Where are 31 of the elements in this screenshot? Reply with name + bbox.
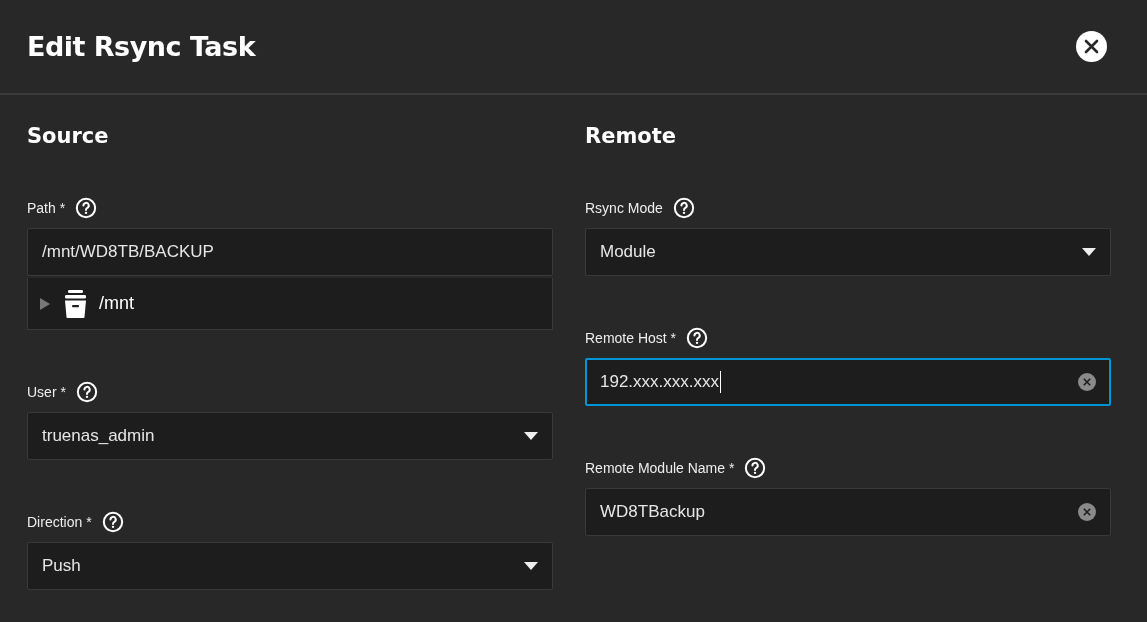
section-title: Remote (585, 123, 677, 150)
help-icon[interactable] (101, 511, 124, 533)
archive-icon (62, 289, 89, 318)
field-label: Path * (27, 200, 66, 216)
clear-icon[interactable] (1078, 503, 1096, 521)
help-icon[interactable] (75, 197, 98, 219)
field-label: User * (27, 384, 66, 400)
field-label: Remote Module Name * (585, 460, 735, 476)
input-field[interactable]: /mnt/WD8TB/BACKUP (27, 228, 553, 276)
close-button[interactable] (1076, 31, 1107, 62)
input-field[interactable]: 192.xxx.xxx.xxx (585, 358, 1111, 406)
dropdown-arrow-icon (1082, 248, 1096, 256)
select-field[interactable]: truenas_admin (27, 412, 553, 460)
help-icon[interactable] (672, 197, 695, 219)
help-icon[interactable] (686, 327, 709, 349)
dropdown-arrow-icon (524, 432, 538, 440)
tree-node[interactable]: /mnt (27, 278, 553, 330)
field-label: Remote Host * (585, 330, 677, 346)
help-icon[interactable] (744, 457, 767, 479)
select-field[interactable]: Module (585, 228, 1111, 276)
field-label: Direction * (27, 514, 92, 530)
input-field[interactable]: WD8TBackup (585, 488, 1111, 536)
dialog-title: Edit Rsync Task (27, 31, 256, 62)
close-icon[interactable] (1084, 39, 1099, 54)
clear-icon[interactable] (1078, 373, 1096, 391)
section-title: Source (27, 123, 110, 150)
help-icon[interactable] (75, 381, 98, 403)
expand-arrow-icon[interactable] (38, 296, 52, 311)
select-field[interactable]: Push (27, 542, 553, 590)
field-label: Rsync Mode (585, 200, 663, 216)
dropdown-arrow-icon (524, 562, 538, 570)
